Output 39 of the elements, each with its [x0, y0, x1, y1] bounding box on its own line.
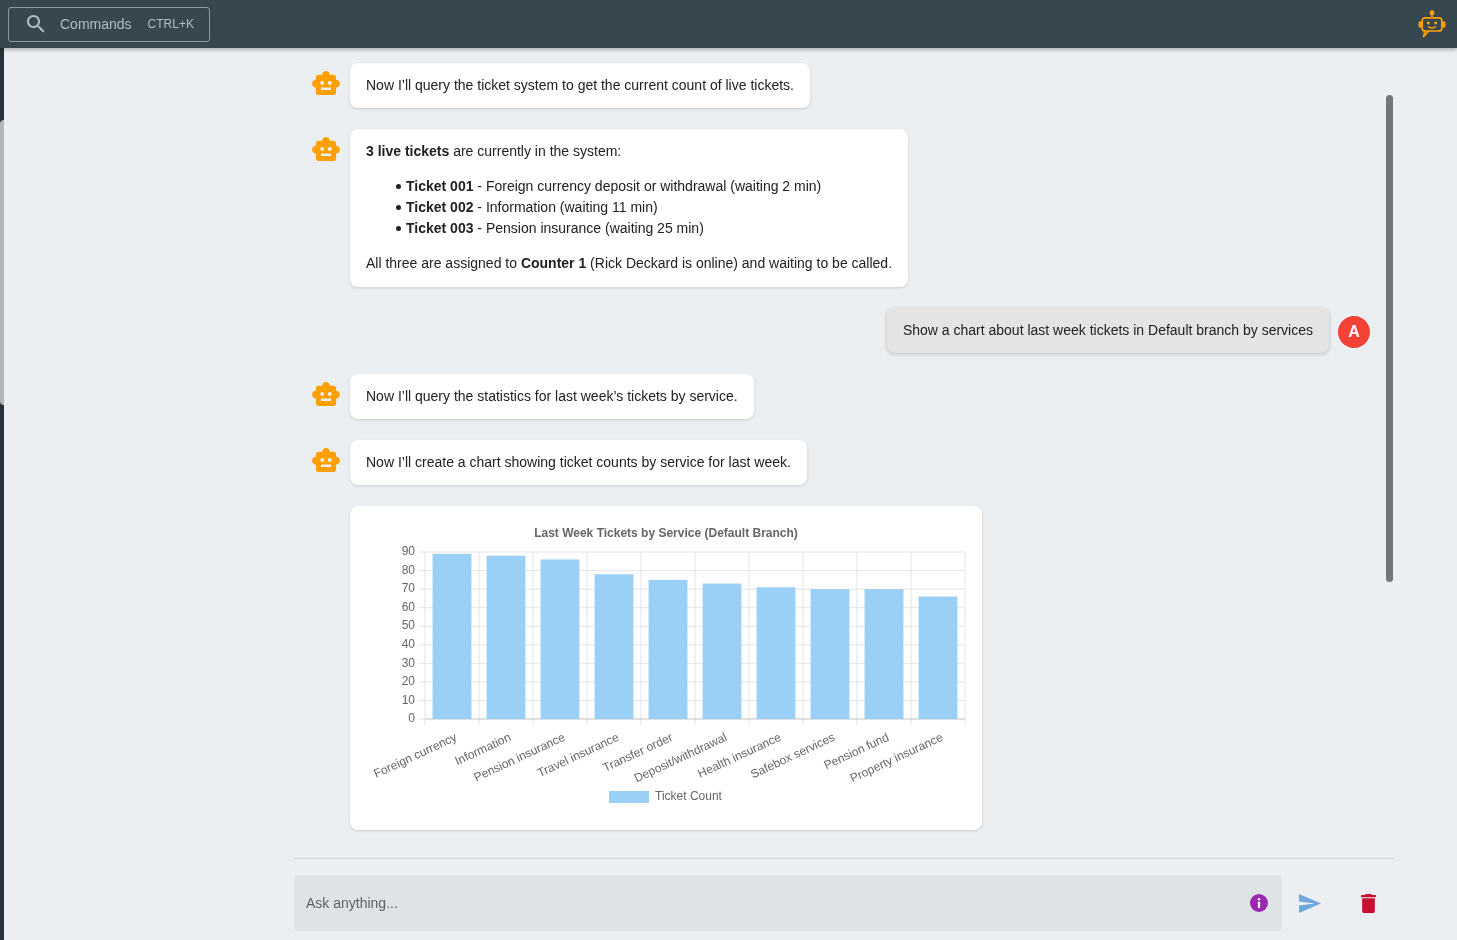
robot-avatar-icon [312, 448, 340, 472]
y-axis-label: 80 [401, 562, 415, 577]
commands-button[interactable]: Commands CTRL+K [8, 6, 210, 42]
user-avatar: A [1338, 316, 1370, 348]
send-icon [1299, 893, 1321, 913]
list-item: Ticket 001 - Foreign currency deposit or withdrawal (waiting 2 min) [406, 177, 822, 196]
list-item: Ticket 003 - Pension insurance (waiting 25 min) [406, 219, 704, 238]
bot-message: Now I’ll query the ticket system to get the current count of live tickets. [350, 63, 810, 108]
y-axis-label: 0 [408, 711, 415, 726]
bullet-icon [396, 184, 401, 189]
search-icon [27, 15, 45, 33]
list-item: Ticket 002 - Information (waiting 11 min) [406, 198, 658, 217]
user-message: Show a chart about last week tickets in Default branch by services [886, 308, 1329, 353]
trash-icon [1360, 893, 1376, 913]
y-axis-label: 60 [401, 599, 415, 614]
legend-label: Ticket Count [655, 789, 722, 804]
y-axis-label: 70 [401, 581, 415, 596]
y-axis-label: 90 [401, 544, 415, 559]
bot-message: Now I’ll query the statistics for last week’s tickets by service. [350, 374, 754, 419]
y-axis-label: 50 [401, 618, 415, 633]
robot-chat-icon[interactable] [1417, 10, 1447, 38]
shortcut-label: CTRL+K [147, 16, 194, 33]
message-input[interactable]: Ask anything... [294, 875, 1282, 931]
y-axis-label: 40 [401, 636, 415, 651]
y-axis-label: 30 [401, 655, 415, 670]
robot-avatar-icon [312, 71, 340, 95]
robot-avatar-icon [312, 137, 340, 161]
robot-avatar-icon [312, 382, 340, 406]
bot-message: Now I’ll create a chart showing ticket counts by service for last week. [350, 440, 807, 485]
bullet-icon [396, 205, 401, 210]
bullet-icon [396, 226, 401, 231]
message-text: All three are assigned to Counter 1 (Rick Deckard is online) and waiting to be called. [366, 254, 893, 273]
chart-title: Last Week Tickets by Service (Default Branch) [534, 526, 798, 541]
y-axis-label: 10 [401, 692, 415, 707]
scrollbar-thumb[interactable] [1386, 95, 1393, 582]
scrollbar-thumb[interactable] [0, 120, 4, 405]
info-icon[interactable] [1250, 894, 1268, 912]
y-axis-label: 20 [401, 674, 415, 689]
message-text: 3 live tickets are currently in the system: [366, 142, 623, 161]
